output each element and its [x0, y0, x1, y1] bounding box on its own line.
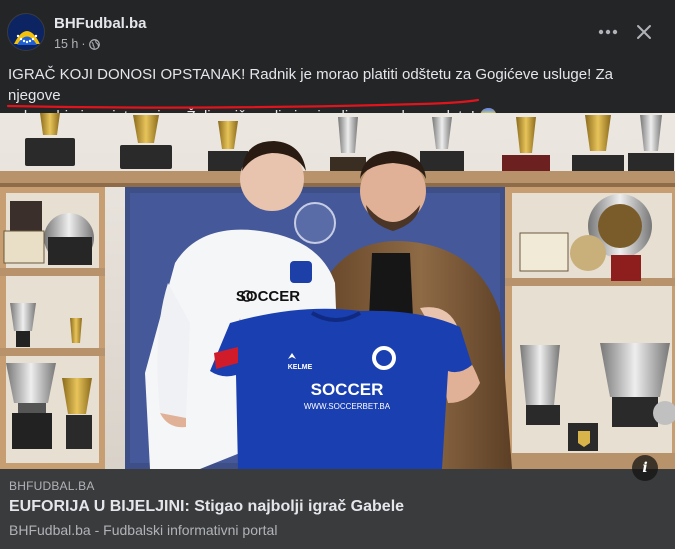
shirt-kit-brand: KELME: [288, 364, 313, 371]
caption-line: IGRAČ KOJI DONOSI OPSTANAK! Radnik je mo…: [8, 66, 613, 104]
page-name-link[interactable]: BHFudbal.ba: [54, 15, 147, 32]
facebook-post: BHFudbal.ba 15 h · IGRAČ KOJI DONOSI OPS…: [0, 0, 675, 549]
link-description: BHFudbal.ba - Fudbalski informativni por…: [9, 522, 278, 538]
more-icon: [598, 29, 618, 35]
page-logo-icon: [8, 14, 44, 50]
post-photo[interactable]: SOCCER SOCCER WWW.SOCCERBET.BA KELME: [0, 113, 675, 469]
close-icon: [637, 25, 651, 39]
page-avatar[interactable]: [7, 13, 45, 51]
close-button[interactable]: [630, 18, 658, 46]
globe-icon[interactable]: [88, 38, 100, 50]
info-icon[interactable]: i: [632, 455, 658, 481]
link-title[interactable]: EUFORIJA U BIJELJINI: Stigao najbolji ig…: [9, 498, 404, 516]
more-options-button[interactable]: [594, 18, 622, 46]
shirt-sponsor-text: SOCCER: [311, 380, 384, 399]
link-preview[interactable]: BHFUDBAL.BA EUFORIJA U BIJELJINI: Stigao…: [0, 469, 675, 549]
link-domain: BHFUDBAL.BA: [9, 479, 95, 493]
post-meta: 15 h ·: [54, 37, 100, 51]
post-time[interactable]: 15 h: [54, 37, 78, 51]
trophy-room-photo: SOCCER SOCCER WWW.SOCCERBET.BA KELME: [0, 113, 675, 469]
meta-separator: ·: [81, 37, 86, 51]
shirt-sponsor-url: WWW.SOCCERBET.BA: [304, 402, 391, 411]
post-header: BHFudbal.ba 15 h ·: [0, 0, 675, 60]
